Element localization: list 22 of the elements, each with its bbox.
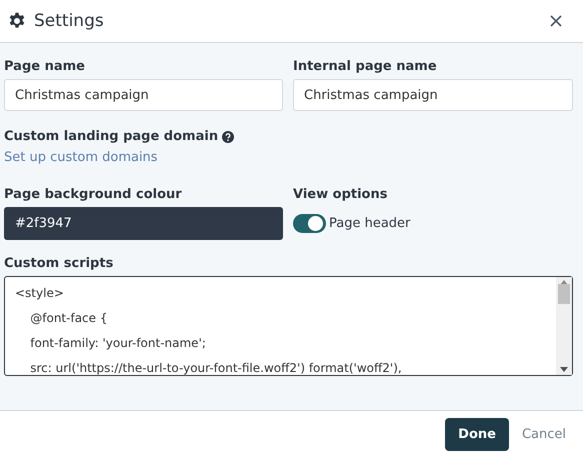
scroll-down-icon[interactable] [560,367,568,372]
settings-icon [8,12,26,30]
code-field[interactable]: <style> @font-face { font-family: 'your-font-name'; src: url('https://the-url-to-your-font-file.woff2') format('woff2'), [4,276,573,376]
field-label: View options [293,187,388,202]
field-label: Page name [4,59,86,74]
field-label: Internal page name [293,59,438,74]
done-button[interactable]: Done [445,418,509,450]
field-label: Custom landing page domain [4,129,218,144]
text-field[interactable]: Christmas campaign [293,79,573,111]
close-button[interactable] [549,14,563,28]
toggle-switch[interactable] [293,214,326,233]
toggle-label: Page header [329,216,410,231]
custom-domains-link[interactable]: Set up custom domains [4,150,158,165]
cancel-button[interactable]: Cancel [522,426,566,442]
text-field[interactable]: Christmas campaign [4,79,283,111]
scroll-thumb[interactable] [558,284,570,304]
field-label: Custom scripts [4,256,114,271]
colour-field[interactable]: #2f3947 [4,207,283,240]
scrollbar[interactable] [556,277,572,375]
dialog-title: Settings [34,11,105,31]
field-label: Page background colour [4,187,183,202]
help-icon[interactable] [222,130,234,142]
